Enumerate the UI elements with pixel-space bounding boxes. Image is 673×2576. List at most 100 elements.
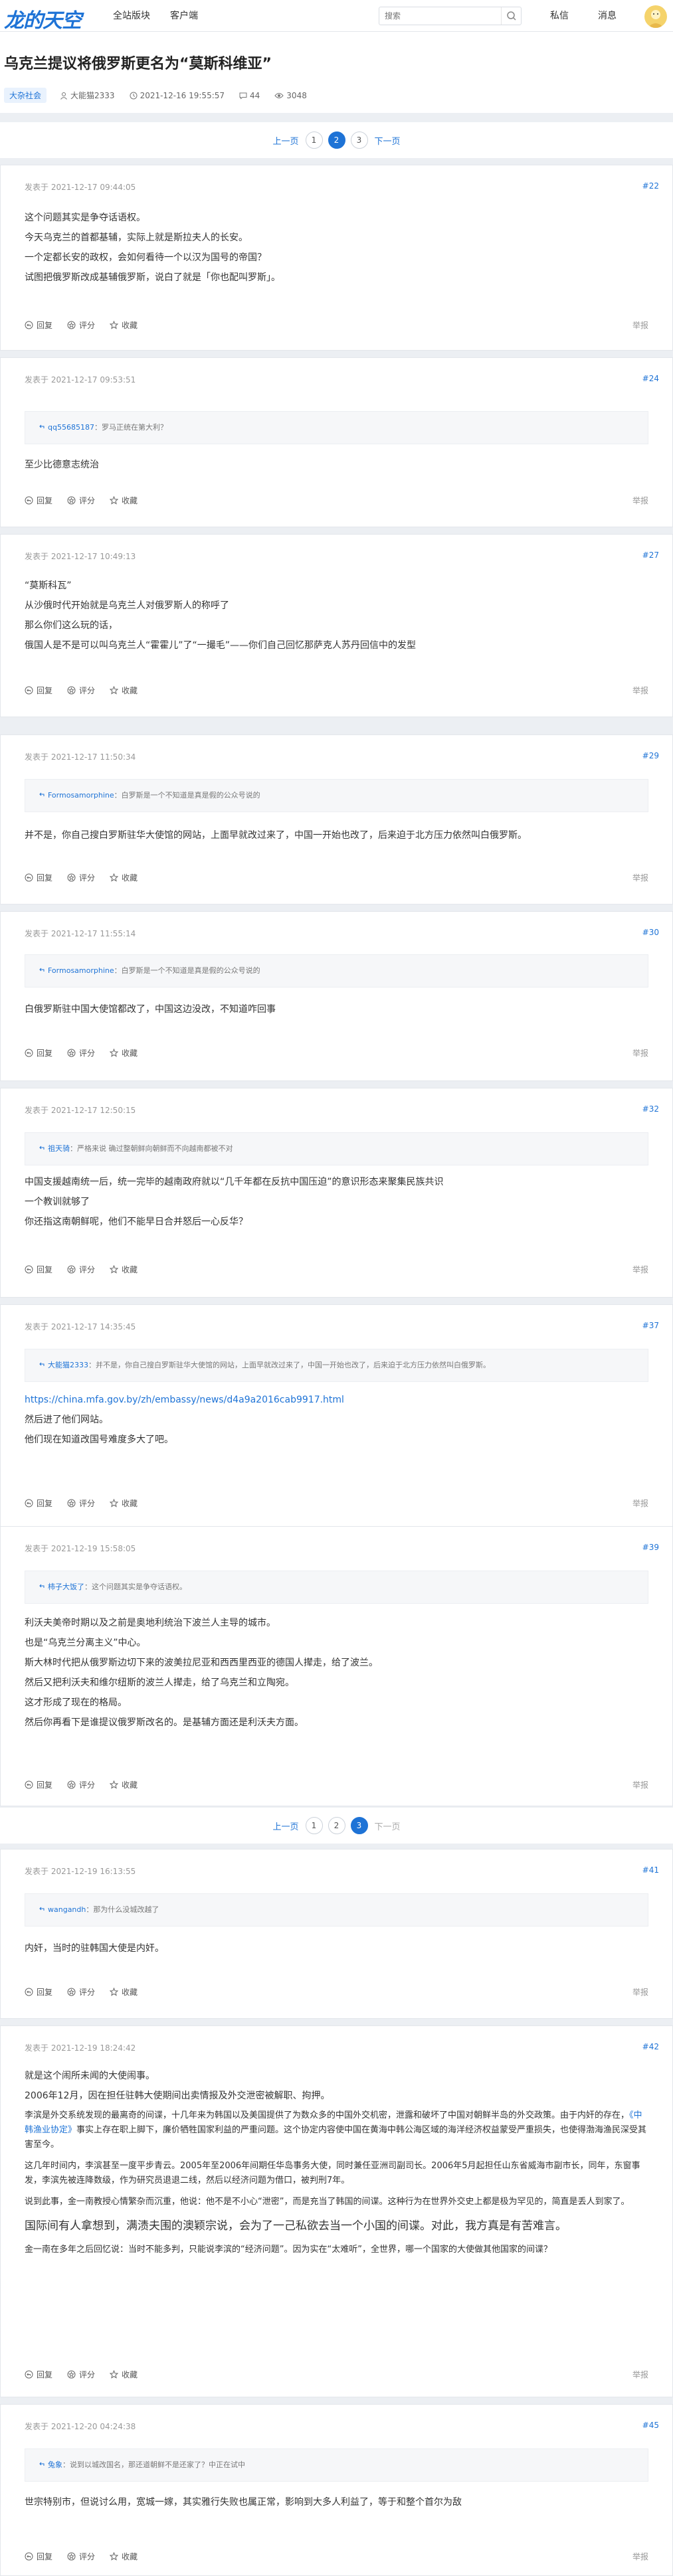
report-link[interactable]: 举报 bbox=[632, 1264, 648, 1275]
favorite-button[interactable]: 收藏 bbox=[110, 1986, 138, 1998]
prev-page-link[interactable]: 上一页 bbox=[272, 1820, 298, 1832]
reply-button[interactable]: 回复 bbox=[25, 495, 52, 506]
nav-client[interactable]: 客户端 bbox=[170, 0, 198, 32]
post-line: 然后又把利沃夫和维尔纽斯的波兰人撵走，给了乌克兰和立陶宛。 bbox=[25, 1677, 294, 1688]
search-input[interactable] bbox=[379, 7, 499, 25]
quote-user[interactable]: qq55685187 bbox=[48, 423, 94, 432]
board-tag[interactable]: 大杂社会 bbox=[4, 88, 47, 103]
report-link[interactable]: 举报 bbox=[632, 2551, 648, 2562]
quote-user[interactable]: Formosamorphine bbox=[48, 791, 114, 800]
post-actions: 回复 评分 收藏 bbox=[25, 1264, 152, 1275]
post-floor-link[interactable]: #29 bbox=[642, 751, 659, 760]
rate-button-label: 评分 bbox=[79, 321, 96, 330]
post-floor-link[interactable]: #27 bbox=[642, 551, 659, 560]
report-link[interactable]: 举报 bbox=[632, 1986, 648, 1998]
rate-button[interactable]: 评分 bbox=[67, 2369, 95, 2380]
favorite-button[interactable]: 收藏 bbox=[110, 872, 138, 883]
prev-page-link[interactable]: 上一页 bbox=[272, 134, 298, 147]
favorite-button[interactable]: 收藏 bbox=[110, 1047, 138, 1059]
report-link[interactable]: 举报 bbox=[632, 319, 648, 331]
reply-button[interactable]: 回复 bbox=[25, 1498, 52, 1509]
quote-user[interactable]: 祖天骑 bbox=[48, 1144, 70, 1153]
reply-button[interactable]: 回复 bbox=[25, 685, 52, 696]
post-paragraph: 国际间有人拿想到，满渍夫围的澳颖宗说，会为了一己私欲去当一个小国的间谍。对此，我… bbox=[25, 2219, 567, 2233]
reply-button[interactable]: 回复 bbox=[25, 2369, 52, 2380]
rate-button[interactable]: 评分 bbox=[67, 1498, 95, 1509]
rate-button[interactable]: 评分 bbox=[67, 319, 95, 331]
quote-user[interactable]: 柿子大饭了 bbox=[48, 1583, 84, 1591]
post-body: 这个问题其实是争夺话语权。 今天乌克兰的首都基辅，实际上就是斯拉夫人的长安。 一… bbox=[25, 208, 648, 288]
page-1[interactable]: 1 bbox=[305, 131, 323, 149]
favorite-button[interactable]: 收藏 bbox=[110, 1779, 138, 1790]
favorite-button[interactable]: 收藏 bbox=[110, 319, 138, 331]
rate-icon bbox=[67, 2552, 76, 2561]
report-link[interactable]: 举报 bbox=[632, 1779, 648, 1790]
reply-button[interactable]: 回复 bbox=[25, 319, 52, 331]
site-logo[interactable]: 龙的天空 bbox=[4, 4, 82, 33]
post-paragraph: 就是这个闹所未闻的大使闹事。 bbox=[25, 2071, 155, 2081]
post-floor-link[interactable]: #32 bbox=[642, 1104, 659, 1114]
search-icon[interactable] bbox=[501, 7, 521, 25]
user-avatar[interactable] bbox=[644, 5, 667, 28]
report-link[interactable]: 举报 bbox=[632, 872, 648, 883]
external-link[interactable]: https://china.mfa.gov.by/zh/embassy/news… bbox=[25, 1390, 648, 1410]
reply-button[interactable]: 回复 bbox=[25, 1779, 52, 1790]
post-line: 中国支援越南统一后，统一完毕的越南政府就以“几千年都在反抗中国压迫”的意识形态来… bbox=[25, 1177, 444, 1187]
comment-icon bbox=[239, 92, 247, 100]
post-floor-link[interactable]: #37 bbox=[642, 1321, 659, 1330]
post-floor-link[interactable]: #41 bbox=[642, 1865, 659, 1875]
post-body: 并不是，你自己搜白罗斯驻华大使馆的网站，上面早就改过来了，中国一开始也改了，后来… bbox=[25, 825, 648, 845]
page-3[interactable]: 3 bbox=[350, 131, 368, 149]
top-bar: 龙的天空 全站版块 客户端 私信 消息 bbox=[0, 0, 673, 33]
reply-button[interactable]: 回复 bbox=[25, 872, 52, 883]
quote-user[interactable]: wangandh bbox=[48, 1905, 86, 1914]
rate-button[interactable]: 评分 bbox=[67, 1264, 95, 1275]
rate-button[interactable]: 评分 bbox=[67, 495, 95, 506]
rate-button[interactable]: 评分 bbox=[67, 685, 95, 696]
post-floor-link[interactable]: #45 bbox=[642, 2421, 659, 2430]
rate-button[interactable]: 评分 bbox=[67, 872, 95, 883]
quote-user[interactable]: 大能猫2333 bbox=[48, 1361, 88, 1369]
favorite-button[interactable]: 收藏 bbox=[110, 495, 138, 506]
favorite-button[interactable]: 收藏 bbox=[110, 1264, 138, 1275]
favorite-button[interactable]: 收藏 bbox=[110, 2551, 138, 2562]
nav-all-boards[interactable]: 全站版块 bbox=[113, 0, 150, 32]
nav-notifications[interactable]: 消息 bbox=[598, 0, 617, 32]
report-link[interactable]: 举报 bbox=[632, 1498, 648, 1509]
page-2[interactable]: 2 bbox=[328, 131, 345, 149]
favorite-button[interactable]: 收藏 bbox=[110, 1498, 138, 1509]
reply-button[interactable]: 回复 bbox=[25, 1264, 52, 1275]
rate-icon bbox=[67, 686, 76, 695]
rate-button[interactable]: 评分 bbox=[67, 1779, 95, 1790]
favorite-button-label: 收藏 bbox=[122, 686, 138, 695]
page-2[interactable]: 2 bbox=[328, 1817, 345, 1834]
report-link[interactable]: 举报 bbox=[632, 2369, 648, 2380]
rate-button[interactable]: 评分 bbox=[67, 1986, 95, 1998]
post-41: 发表于 2021-12-19 16:13:55 #41 wangandh：那为什… bbox=[0, 1849, 673, 2019]
post-floor-link[interactable]: #24 bbox=[642, 374, 659, 383]
post-floor-link[interactable]: #39 bbox=[642, 1543, 659, 1552]
report-link[interactable]: 举报 bbox=[632, 685, 648, 696]
post-floor-link[interactable]: #42 bbox=[642, 2042, 659, 2051]
quote-user[interactable]: Formosamorphine bbox=[48, 966, 114, 975]
next-page-link[interactable]: 下一页 bbox=[375, 134, 401, 147]
reply-button[interactable]: 回复 bbox=[25, 2551, 52, 2562]
reply-arrow-icon bbox=[39, 1362, 45, 1366]
thread-author[interactable]: 大能猫2333 bbox=[60, 90, 115, 101]
quote-user[interactable]: 兔象 bbox=[48, 2460, 62, 2469]
page-1[interactable]: 1 bbox=[305, 1817, 323, 1834]
rate-button[interactable]: 评分 bbox=[67, 1047, 95, 1059]
page-3[interactable]: 3 bbox=[350, 1817, 368, 1834]
post-floor-link[interactable]: #22 bbox=[642, 181, 659, 191]
report-link[interactable]: 举报 bbox=[632, 1047, 648, 1059]
rate-button[interactable]: 评分 bbox=[67, 2551, 95, 2562]
favorite-button[interactable]: 收藏 bbox=[110, 2369, 138, 2380]
reply-button[interactable]: 回复 bbox=[25, 1047, 52, 1059]
reply-button[interactable]: 回复 bbox=[25, 1986, 52, 1998]
nav-messages[interactable]: 私信 bbox=[550, 0, 569, 32]
star-icon bbox=[110, 1049, 119, 1057]
post-line: 这个问题其实是争夺话语权。 bbox=[25, 213, 145, 223]
post-floor-link[interactable]: #30 bbox=[642, 928, 659, 937]
report-link[interactable]: 举报 bbox=[632, 495, 648, 506]
favorite-button[interactable]: 收藏 bbox=[110, 685, 138, 696]
